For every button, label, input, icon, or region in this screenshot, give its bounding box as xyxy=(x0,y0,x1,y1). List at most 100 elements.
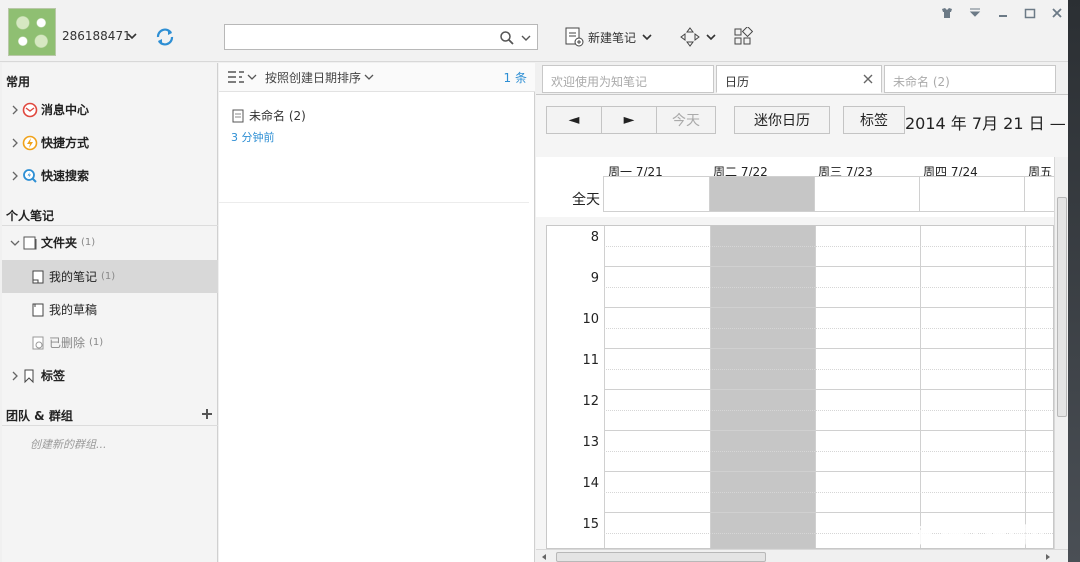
hour-label: 11 xyxy=(582,353,599,368)
tab-label: 日历 xyxy=(725,75,750,89)
create-group-link[interactable]: 创建新的群组... xyxy=(30,436,107,452)
chevron-right-icon[interactable] xyxy=(8,369,22,383)
today-button[interactable]: 今天 xyxy=(656,106,716,134)
note-title: 未命名 (2) xyxy=(231,107,306,124)
hour-row: 10 xyxy=(547,308,1053,349)
all-day-cell[interactable] xyxy=(1024,176,1054,212)
sidebar-item-label: 已删除 xyxy=(49,336,86,350)
new-note-button[interactable]: 新建笔记 xyxy=(564,26,654,48)
mini-calendar-button[interactable]: 迷你日历 xyxy=(734,106,830,134)
watermark: 值 什么值得买 xyxy=(912,524,1052,549)
hour-row: 9 xyxy=(547,267,1053,308)
new-note-label: 新建笔记 xyxy=(588,30,637,45)
vertical-scrollbar[interactable] xyxy=(1054,157,1068,549)
chevron-down-icon[interactable] xyxy=(521,33,531,43)
sidebar-item-my-notes[interactable]: 我的笔记 (1) xyxy=(2,260,218,293)
section-team-groups: 团队 & 群组 xyxy=(6,409,73,423)
sort-bar: 按照创建日期排序 1 条 xyxy=(219,63,535,92)
next-week-button[interactable]: ► xyxy=(601,106,657,134)
sidebar-item-label: 消息中心 xyxy=(41,103,90,117)
sidebar-item-shortcuts[interactable]: 快捷方式 xyxy=(2,126,218,159)
search-box[interactable] xyxy=(224,24,538,50)
hour-row: 11 xyxy=(547,349,1053,390)
search-icon[interactable] xyxy=(499,30,515,46)
maximize-icon[interactable] xyxy=(1023,6,1037,20)
hour-label: 10 xyxy=(582,312,599,327)
sidebar-item-label: 文件夹 xyxy=(41,236,78,250)
search-input[interactable] xyxy=(225,25,495,49)
sort-dropdown[interactable]: 按照创建日期排序 xyxy=(265,69,361,86)
scroll-left-icon[interactable] xyxy=(540,553,548,561)
draft-icon xyxy=(32,303,44,316)
sidebar-item-message-center[interactable]: 消息中心 xyxy=(2,93,218,126)
hour-grid[interactable]: 8 9 10 11 12 13 14 15 xyxy=(546,225,1054,549)
sidebar-item-folders[interactable]: 文件夹 (1) xyxy=(2,226,218,259)
hour-label: 9 xyxy=(590,271,599,286)
username[interactable]: 286188471 xyxy=(62,29,131,43)
scrollbar-thumb[interactable] xyxy=(1057,197,1067,417)
tab-welcome[interactable]: 欢迎使用为知笔记 xyxy=(542,65,714,93)
sidebar-item-my-drafts[interactable]: 我的草稿 xyxy=(2,293,218,326)
section-personal-notes: 个人笔记 xyxy=(6,209,55,223)
tab-calendar[interactable]: 日历 xyxy=(716,65,882,93)
message-center-icon xyxy=(22,102,38,117)
sidebar-item-label: 我的草稿 xyxy=(49,303,98,317)
hour-row: 13 xyxy=(547,431,1053,472)
sidebar-item-label: 标签 xyxy=(41,369,66,383)
note-title-text: 未命名 (2) xyxy=(249,109,306,123)
chevron-down-icon[interactable] xyxy=(126,30,138,42)
all-day-cell[interactable] xyxy=(603,176,709,212)
hour-row: 8 xyxy=(547,226,1053,267)
chevron-down-icon[interactable] xyxy=(705,31,717,43)
close-icon[interactable] xyxy=(863,74,873,84)
calendar-header: 周一 7/21 周二 7/22 周三 7/23 周四 7/24 周五 全天 xyxy=(536,157,1054,217)
all-day-cell[interactable] xyxy=(919,176,1024,212)
prev-week-button[interactable]: ◄ xyxy=(546,106,602,134)
tab-untitled[interactable]: 未命名 (2) xyxy=(884,65,1056,93)
divider xyxy=(2,425,218,426)
chevron-down-icon[interactable] xyxy=(640,30,654,44)
all-day-label: 全天 xyxy=(572,192,600,208)
toolbar: 286188471 新建笔记 xyxy=(0,0,1068,62)
sync-icon[interactable] xyxy=(154,26,176,48)
all-day-cell[interactable] xyxy=(814,176,919,212)
sidebar-item-quick-search[interactable]: 快速搜索 xyxy=(2,159,218,192)
chevron-down-icon[interactable] xyxy=(364,72,374,82)
document-icon xyxy=(232,109,244,122)
hour-label: 13 xyxy=(582,435,599,450)
scrollbar-thumb[interactable] xyxy=(556,552,766,562)
all-day-cell-today[interactable] xyxy=(709,176,814,212)
skin-icon[interactable] xyxy=(940,6,954,20)
list-item[interactable]: 未命名 (2) 3 分钟前 xyxy=(219,95,529,203)
move-icon[interactable] xyxy=(680,27,700,47)
sidebar-item-label: 我的笔记 xyxy=(49,270,98,284)
hour-label: 14 xyxy=(582,476,599,491)
avatar[interactable] xyxy=(8,8,56,56)
tags-button[interactable]: 标签 xyxy=(843,106,905,134)
scroll-right-icon[interactable] xyxy=(1044,553,1052,561)
chevron-down-icon[interactable] xyxy=(247,72,257,82)
sidebar-item-deleted[interactable]: 已删除 (1) xyxy=(2,326,218,359)
view-mode-icon[interactable] xyxy=(227,70,245,84)
hour-label: 15 xyxy=(582,517,599,532)
chevron-right-icon[interactable] xyxy=(8,136,22,150)
layout-icon[interactable] xyxy=(733,27,753,47)
half-hour-line xyxy=(604,328,1053,329)
menu-icon[interactable] xyxy=(968,6,982,20)
folder-icon xyxy=(23,236,37,249)
tag-icon xyxy=(24,369,34,383)
chevron-right-icon[interactable] xyxy=(8,169,22,183)
hour-label: 12 xyxy=(582,394,599,409)
chevron-down-icon[interactable] xyxy=(8,236,22,250)
item-count: (1) xyxy=(89,337,104,348)
sidebar-item-label: 快捷方式 xyxy=(41,136,90,150)
close-icon[interactable] xyxy=(1050,6,1064,20)
add-icon[interactable] xyxy=(201,408,213,420)
chevron-right-icon[interactable] xyxy=(8,103,22,117)
app-window: 286188471 新建笔记 常用 消息中心 快捷方式 快速搜索 个人笔记 文件… xyxy=(0,0,1068,562)
sidebar-item-tags[interactable]: 标签 xyxy=(2,359,218,392)
new-note-icon xyxy=(565,27,584,47)
half-hour-line xyxy=(604,246,1053,247)
minimize-icon[interactable] xyxy=(996,6,1010,20)
horizontal-scrollbar[interactable] xyxy=(536,549,1068,562)
